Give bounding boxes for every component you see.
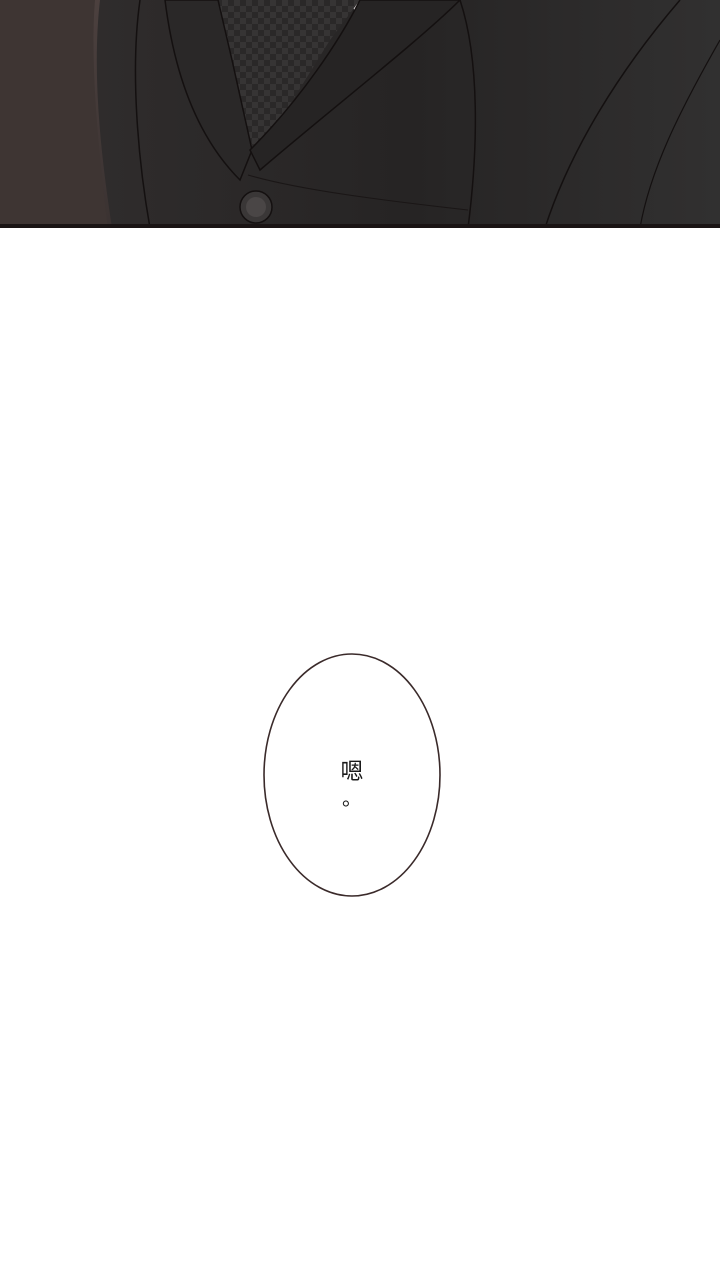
speech-bubble-text: 嗯 <box>340 759 364 785</box>
left-background-shape <box>0 0 108 228</box>
suit-jacket-illustration <box>0 0 720 228</box>
speech-bubble: 嗯 。 <box>262 652 442 898</box>
jacket-button-center <box>246 197 266 217</box>
comic-page: 嗯 。 <box>0 0 720 1280</box>
panel-border <box>0 224 720 228</box>
speech-bubble-punctuation: 。 <box>342 786 362 810</box>
suit-jacket-panel <box>0 0 720 228</box>
